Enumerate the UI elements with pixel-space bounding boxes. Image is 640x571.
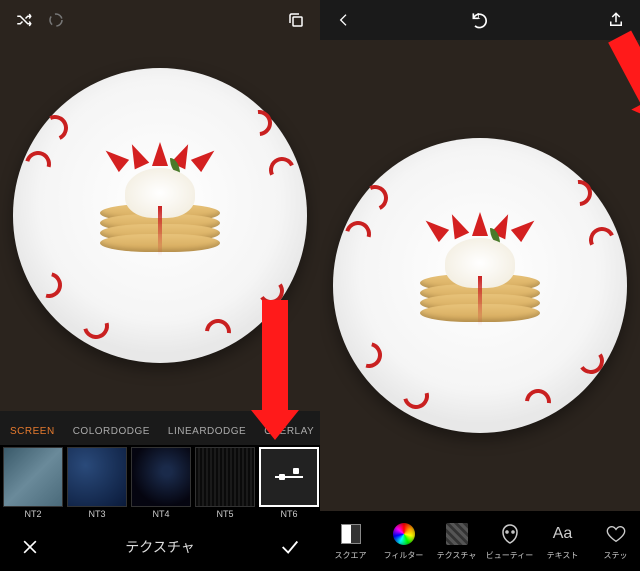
top-toolbar — [0, 0, 320, 40]
top-toolbar: 1 — [320, 0, 640, 40]
texture-icon — [446, 523, 468, 545]
shuffle-icon[interactable] — [8, 4, 40, 36]
beauty-icon — [498, 522, 522, 546]
bottom-bar: テクスチャ — [0, 523, 320, 571]
tool-tabs[interactable]: スクエア フィルター テクスチャ ビューティー Aaテキスト ステッ — [320, 511, 640, 571]
back-button[interactable] — [328, 4, 360, 36]
blend-mode-screen[interactable]: SCREEN — [10, 426, 55, 437]
tool-sticker[interactable]: ステッ — [589, 521, 640, 561]
tool-texture[interactable]: テクスチャ — [430, 521, 483, 561]
blend-mode-colordodge[interactable]: COLORDODGE — [73, 426, 150, 437]
filter-icon — [393, 523, 415, 545]
heart-icon — [605, 523, 627, 545]
texture-nt5[interactable]: NT5 — [194, 447, 256, 521]
square-icon — [341, 524, 361, 544]
undo-count: 1 — [476, 12, 480, 21]
cancel-button[interactable] — [14, 531, 46, 563]
tool-text[interactable]: Aaテキスト — [536, 521, 589, 561]
tool-square[interactable]: スクエア — [324, 521, 377, 561]
texture-thumbnails[interactable]: NT2 NT3 NT4 NT5 NT6 — [0, 445, 320, 523]
adjust-icon — [275, 476, 303, 478]
loading-spinner-icon — [40, 4, 72, 36]
texture-nt2[interactable]: NT2 — [2, 447, 64, 521]
blend-mode-lineardodge[interactable]: LINEARDODGE — [168, 426, 246, 437]
text-icon: Aa — [550, 521, 576, 547]
texture-nt4[interactable]: NT4 — [130, 447, 192, 521]
texture-nt6-selected[interactable]: NT6 — [258, 447, 320, 521]
annotation-arrow-down — [262, 300, 299, 440]
copy-icon[interactable] — [280, 4, 312, 36]
main-editor-screen: 1 スクエア フィルター テクスチャ ビューティー Aaテキスト ステッ — [320, 0, 640, 571]
texture-editor-screen: SCREEN COLORDODGE LINEARDODGE OVERLAY SO… — [0, 0, 320, 571]
confirm-button[interactable] — [274, 531, 306, 563]
undo-button[interactable]: 1 — [464, 4, 496, 36]
tool-filter[interactable]: フィルター — [377, 521, 430, 561]
tool-beauty[interactable]: ビューティー — [483, 521, 536, 561]
panel-title: テクスチャ — [125, 537, 194, 557]
preview-image — [320, 40, 640, 511]
texture-nt3[interactable]: NT3 — [66, 447, 128, 521]
